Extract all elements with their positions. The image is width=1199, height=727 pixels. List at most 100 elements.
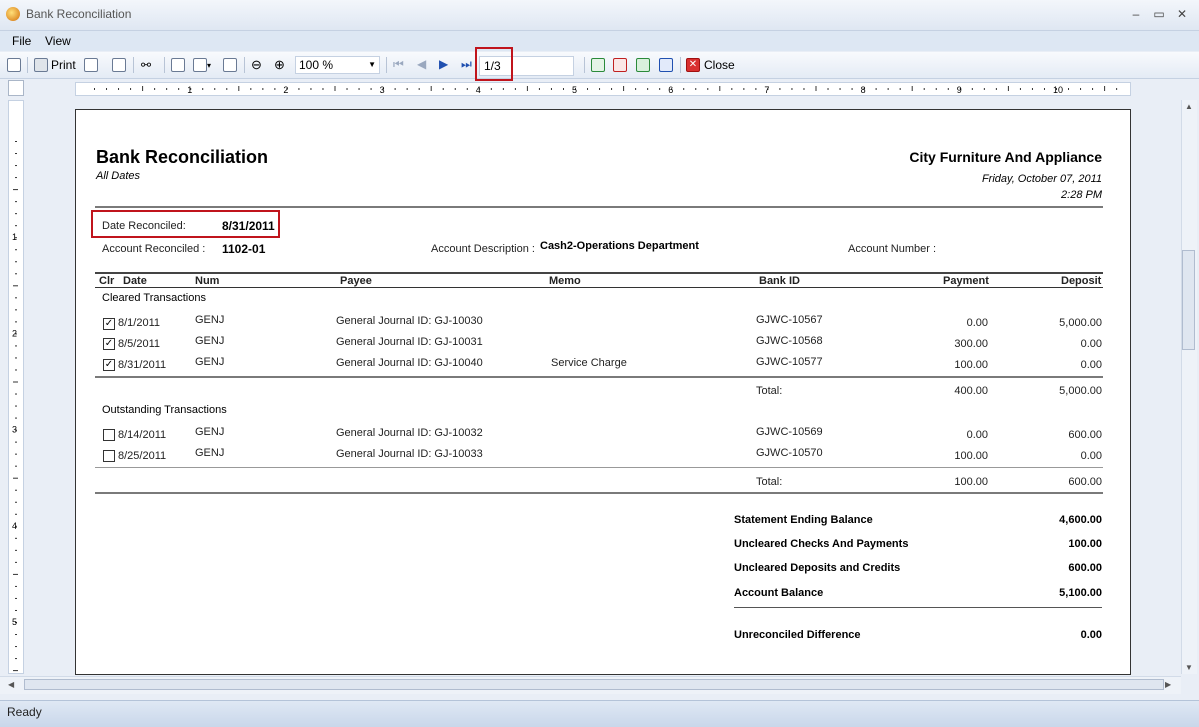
find-button[interactable]: ⚯: [141, 56, 151, 74]
ruler-tick: [731, 88, 733, 90]
last-page-button[interactable]: ⏭: [461, 57, 472, 72]
quick-print-button[interactable]: [84, 56, 98, 74]
ruler-tick: [1092, 88, 1094, 90]
zoom-in-button[interactable]: ⊕: [274, 56, 285, 74]
col-num: Num: [195, 275, 220, 287]
uncleared-deposits-label: Uncleared Deposits and Credits: [734, 562, 901, 574]
row-payment: 100.00: [954, 359, 988, 371]
ruler-tick: [298, 88, 300, 90]
summary-divider: [734, 607, 1102, 608]
multi-page-button[interactable]: ▾: [193, 56, 211, 74]
export-xls-button[interactable]: [636, 56, 650, 74]
first-page-button[interactable]: ⏮: [393, 57, 404, 72]
report-subtitle: All Dates: [96, 170, 141, 182]
export-excel-button[interactable]: [591, 56, 605, 74]
ruler-tick: [15, 465, 17, 467]
document-map-button[interactable]: [7, 56, 21, 74]
vertical-scroll-thumb[interactable]: [1182, 250, 1195, 350]
ruler-tick: [659, 88, 661, 90]
ruler-tick: [13, 670, 18, 672]
copy-button[interactable]: [112, 56, 126, 74]
ruler-tick: [719, 86, 721, 91]
ruler-tick: [490, 88, 492, 90]
maximize-button[interactable]: ▭: [1149, 5, 1169, 23]
menu-view[interactable]: View: [45, 34, 71, 48]
close-window-button[interactable]: ✕: [1172, 5, 1192, 23]
cleared-divider: [95, 376, 1103, 378]
scroll-left-icon[interactable]: ◀: [8, 680, 14, 689]
ruler-tick: [995, 88, 997, 90]
continuous-icon: [223, 58, 237, 72]
ruler-tick: [15, 561, 17, 563]
ruler-tick: [15, 658, 17, 660]
ruler-label: 2: [12, 328, 17, 338]
menu-file[interactable]: File: [12, 34, 31, 48]
ruler-tick: [683, 88, 685, 90]
total-payment: 100.00: [954, 476, 988, 488]
ruler-tick: [15, 634, 17, 636]
next-page-button[interactable]: ▶: [439, 57, 448, 71]
printer-icon: [34, 58, 48, 72]
horizontal-ruler-ticks: 1 2 3 4 5 6 7 8 9 10: [94, 85, 1118, 95]
ruler-tick: [1104, 86, 1106, 91]
report-time: 2:28 PM: [1061, 189, 1102, 201]
scroll-up-icon[interactable]: ▲: [1185, 102, 1193, 111]
ruler-label: 3: [12, 425, 17, 435]
export-word-button[interactable]: [659, 56, 673, 74]
clr-checkbox[interactable]: [103, 450, 115, 462]
ruler-tick: [214, 88, 216, 90]
report-title: Bank Reconciliation: [96, 147, 269, 167]
scroll-down-icon[interactable]: ▼: [1185, 663, 1193, 672]
ruler-tick: [15, 489, 17, 491]
ruler-label: 5: [12, 617, 17, 627]
ruler-tick: [418, 88, 420, 90]
zoom-select[interactable]: 100 % ▼: [295, 56, 380, 74]
zoom-out-button[interactable]: ⊖: [251, 56, 262, 74]
ruler-tick: [1080, 88, 1082, 90]
ruler-tick: [707, 88, 709, 90]
ruler-tick: [695, 88, 697, 90]
ruler-tick: [370, 88, 372, 90]
vertical-scrollbar[interactable]: ▲ ▼: [1181, 100, 1197, 674]
row-num: GENJ: [195, 426, 225, 438]
ruler-tick: [238, 86, 240, 91]
continuous-button[interactable]: [223, 56, 237, 74]
ruler-tick: [587, 88, 589, 90]
row-bank-id: GJWC-10567: [756, 314, 823, 326]
print-button[interactable]: Print: [34, 56, 76, 74]
row-num: GENJ: [195, 447, 225, 459]
single-page-button[interactable]: [171, 56, 185, 74]
ruler-tick: [202, 88, 204, 90]
col-date: Date: [123, 275, 147, 287]
horizontal-scroll-thumb[interactable]: [24, 679, 1164, 690]
ruler-tick: [1019, 88, 1021, 90]
row-deposit: 0.00: [1080, 450, 1102, 462]
clr-checkbox[interactable]: [103, 429, 115, 441]
ruler-tick: [430, 86, 432, 91]
scroll-right-icon[interactable]: ▶: [1165, 680, 1171, 689]
clr-checkbox[interactable]: ✓: [103, 338, 115, 350]
horizontal-ruler: 1 2 3 4 5 6 7 8 9 10: [75, 82, 1131, 96]
toolbar-separator: [386, 57, 387, 73]
ruler-tick: [13, 189, 18, 191]
ruler-tick: [538, 88, 540, 90]
ruler-tick: [1116, 88, 1118, 90]
clr-checkbox[interactable]: ✓: [103, 359, 115, 371]
ruler-tick: [334, 86, 336, 91]
status-text: Ready: [7, 705, 42, 719]
ruler-tick: [947, 88, 949, 90]
export-pdf-button[interactable]: [613, 56, 627, 74]
prev-page-button[interactable]: ◀: [417, 57, 426, 71]
account-balance-label: Account Balance: [734, 587, 824, 599]
clr-checkbox[interactable]: ✓: [103, 318, 115, 330]
minimize-button[interactable]: –: [1126, 5, 1146, 23]
highlight-page-number: [475, 47, 513, 81]
close-button[interactable]: ✕ Close: [686, 56, 735, 74]
ruler-tick: [15, 405, 17, 407]
row-num: GENJ: [195, 335, 225, 347]
col-payee: Payee: [340, 275, 372, 287]
ruler-tick: [15, 309, 17, 311]
report-date: Friday, October 07, 2011: [981, 173, 1102, 185]
ruler-tick: [15, 153, 17, 155]
ruler-tick: [154, 88, 156, 90]
